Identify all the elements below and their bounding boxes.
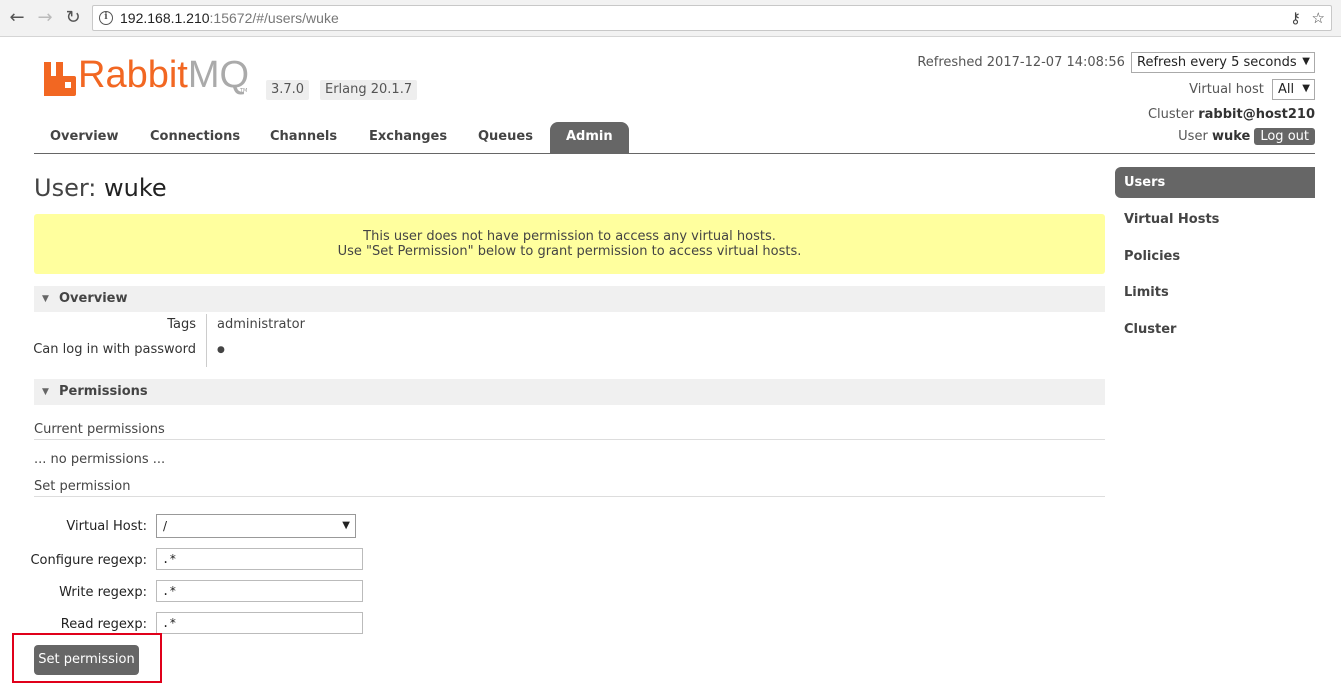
collapse-triangle-icon: ▼ <box>42 294 49 304</box>
user-name-heading: wuke <box>104 174 167 202</box>
tab-queues[interactable]: Queues <box>462 122 549 153</box>
browser-toolbar: ← → ↻ i 192.168.1.210:15672/#/users/wuke… <box>0 0 1341 37</box>
dropdown-arrow-icon: ▼ <box>1302 56 1310 67</box>
read-regexp-label: Read regexp: <box>60 617 147 632</box>
bookmark-star-icon[interactable]: ☆ <box>1312 9 1325 27</box>
cluster-name: rabbit@host210 <box>1198 107 1315 122</box>
tab-admin[interactable]: Admin <box>550 122 629 153</box>
logo-wordmark: RabbitMQ <box>78 54 250 96</box>
current-permissions-heading: Current permissions <box>34 422 1105 440</box>
no-permission-warning: This user does not have permission to ac… <box>34 214 1105 274</box>
erlang-badge: Erlang 20.1.7 <box>320 80 418 100</box>
kv-divider <box>206 314 207 367</box>
address-bar[interactable]: i 192.168.1.210:15672/#/users/wuke ⚷ ☆ <box>92 5 1332 31</box>
set-permission-heading: Set permission <box>34 479 1105 497</box>
sidebar-item-limits[interactable]: Limits <box>1115 277 1315 308</box>
tab-overview[interactable]: Overview <box>34 122 135 153</box>
password-login-label: Can log in with password <box>33 342 196 357</box>
read-regexp-input[interactable]: .* <box>156 612 363 634</box>
annotation-highlight-box <box>12 633 162 683</box>
tab-exchanges[interactable]: Exchanges <box>353 122 463 153</box>
tab-connections[interactable]: Connections <box>134 122 256 153</box>
vhost-row: Virtual host All ▼ <box>1189 79 1315 100</box>
tags-value: administrator <box>217 317 305 332</box>
no-permissions-text: ... no permissions ... <box>34 452 166 467</box>
tags-label: Tags <box>167 317 196 332</box>
reload-icon[interactable]: ↻ <box>62 7 84 29</box>
key-icon[interactable]: ⚷ <box>1290 9 1301 27</box>
logo-trademark: TM <box>240 88 248 94</box>
main-nav-tabs: Overview Connections Channels Exchanges … <box>34 122 1315 154</box>
sidebar-item-policies[interactable]: Policies <box>1115 241 1315 272</box>
write-regexp-label: Write regexp: <box>59 585 147 600</box>
sidebar-item-users[interactable]: Users <box>1115 167 1315 198</box>
sidebar-item-virtual-hosts[interactable]: Virtual Hosts <box>1115 204 1315 235</box>
vhost-select[interactable]: All ▼ <box>1272 79 1315 100</box>
configure-regexp-label: Configure regexp: <box>30 553 147 568</box>
virtual-host-label: Virtual Host: <box>66 519 147 534</box>
version-badge: 3.7.0 <box>266 80 310 100</box>
refreshed-timestamp: Refreshed 2017-12-07 14:08:56 <box>917 55 1125 70</box>
dropdown-arrow-icon: ▼ <box>1302 83 1310 94</box>
forward-arrow-icon[interactable]: → <box>34 7 56 29</box>
configure-regexp-input[interactable]: .* <box>156 548 363 570</box>
permissions-section-toggle[interactable]: ▼ Permissions <box>34 379 1105 405</box>
refresh-interval-select[interactable]: Refresh every 5 seconds ▼ <box>1131 52 1315 73</box>
page-title: User: wuke <box>34 174 167 202</box>
write-regexp-input[interactable]: .* <box>156 580 363 602</box>
tab-channels[interactable]: Channels <box>254 122 353 153</box>
sidebar-item-cluster[interactable]: Cluster <box>1115 314 1315 345</box>
dropdown-arrow-icon: ▼ <box>342 520 350 531</box>
rabbit-logo-icon <box>44 62 76 96</box>
site-info-icon[interactable]: i <box>99 11 113 25</box>
url-text[interactable]: 192.168.1.210:15672/#/users/wuke <box>120 10 339 26</box>
back-arrow-icon[interactable]: ← <box>6 7 28 29</box>
refresh-row: Refreshed 2017-12-07 14:08:56 Refresh ev… <box>917 52 1315 73</box>
cluster-info: Cluster rabbit@host210 <box>1147 107 1315 122</box>
virtual-host-select[interactable]: / ▼ <box>156 514 356 538</box>
overview-section-toggle[interactable]: ▼ Overview <box>34 286 1105 312</box>
vhost-label: Virtual host <box>1189 82 1264 97</box>
collapse-triangle-icon: ▼ <box>42 387 49 397</box>
password-login-value: ● <box>217 345 225 355</box>
